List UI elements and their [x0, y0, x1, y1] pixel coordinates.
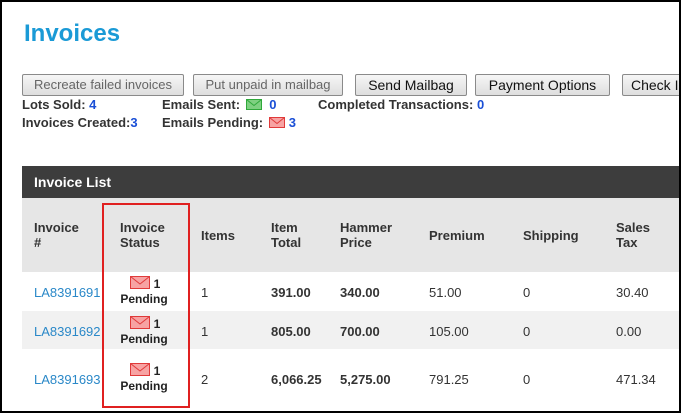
invoice-table-header: Invoice # Invoice Status Items Item Tota… — [22, 198, 679, 272]
col-invoice-status[interactable]: Invoice Status — [120, 220, 165, 250]
invoices-created-stat: Invoices Created:3 — [22, 115, 138, 130]
table-row: LA8391691 1 Pending 1 391.00 340.00 51.0… — [22, 272, 679, 310]
invoice-list-heading: Invoice List — [22, 166, 679, 198]
invoice-link[interactable]: LA8391693 — [34, 372, 101, 387]
invoice-link[interactable]: LA8391692 — [34, 324, 101, 339]
items-count: 2 — [201, 372, 209, 387]
hammer-price: 340.00 — [340, 285, 380, 300]
completed-transactions-label: Completed Transactions: — [318, 97, 474, 112]
emails-sent-stat: Emails Sent: 0 — [162, 97, 277, 112]
invoice-status: 1 Pending — [120, 316, 168, 346]
hammer-price: 700.00 — [340, 324, 380, 339]
send-mailbag-button[interactable]: Send Mailbag — [355, 74, 467, 96]
items-count: 1 — [201, 324, 209, 339]
item-total: 6,066.25 — [271, 372, 322, 387]
invoice-status: 1 Pending — [120, 276, 168, 306]
emails-pending-stat: Emails Pending: 3 — [162, 115, 296, 130]
hammer-price: 5,275.00 — [340, 372, 391, 387]
check-button[interactable]: Check I — [622, 74, 679, 96]
emails-sent-label: Emails Sent: — [162, 97, 241, 112]
table-row: LA8391693 1 Pending 2 6,066.25 5,275.00 … — [22, 354, 679, 404]
completed-transactions-stat: Completed Transactions: 0 — [318, 97, 484, 112]
envelope-red-icon — [129, 316, 150, 329]
col-item-total[interactable]: Item Total — [271, 220, 301, 250]
col-premium[interactable]: Premium — [429, 228, 485, 243]
shipping: 0 — [523, 372, 531, 387]
page-title: Invoices — [24, 20, 121, 47]
sales-tax: 0.00 — [616, 324, 642, 339]
item-total: 805.00 — [271, 324, 311, 339]
premium: 791.25 — [429, 372, 469, 387]
emails-pending-value: 3 — [288, 115, 296, 130]
lots-sold-label: Lots Sold: — [22, 97, 86, 112]
table-row: LA8391692 1 Pending 1 805.00 700.00 105.… — [22, 311, 679, 349]
payment-options-button[interactable]: Payment Options — [475, 74, 610, 96]
put-unpaid-in-mailbag-button[interactable]: Put unpaid in mailbag — [193, 74, 343, 96]
col-hammer-price[interactable]: Hammer Price — [340, 220, 392, 250]
envelope-red-icon — [129, 276, 150, 289]
invoices-created-value: 3 — [130, 115, 138, 130]
invoice-status: 1 Pending — [120, 363, 168, 393]
emails-pending-label: Emails Pending: — [162, 115, 264, 130]
invoices-created-label: Invoices Created: — [22, 115, 131, 130]
item-total: 391.00 — [271, 285, 311, 300]
sales-tax: 471.34 — [616, 372, 656, 387]
completed-transactions-value: 0 — [476, 97, 485, 112]
items-count: 1 — [201, 285, 209, 300]
col-invoice-number[interactable]: Invoice # — [34, 220, 79, 250]
page-frame: Invoices Recreate failed invoices Put un… — [0, 0, 681, 413]
col-shipping[interactable]: Shipping — [523, 228, 579, 243]
lots-sold-stat: Lots Sold: 4 — [22, 97, 96, 112]
emails-sent-value: 0 — [269, 97, 277, 112]
shipping: 0 — [523, 324, 531, 339]
col-sales-tax[interactable]: Sales Tax — [616, 220, 650, 250]
sales-tax: 30.40 — [616, 285, 649, 300]
invoice-link[interactable]: LA8391691 — [34, 285, 101, 300]
envelope-red-icon — [268, 117, 285, 128]
premium: 105.00 — [429, 324, 469, 339]
envelope-red-icon — [129, 363, 150, 376]
premium: 51.00 — [429, 285, 462, 300]
lots-sold-value: 4 — [89, 97, 97, 112]
col-items[interactable]: Items — [201, 228, 235, 243]
shipping: 0 — [523, 285, 531, 300]
recreate-failed-invoices-button[interactable]: Recreate failed invoices — [22, 74, 184, 96]
envelope-green-icon — [245, 99, 262, 110]
